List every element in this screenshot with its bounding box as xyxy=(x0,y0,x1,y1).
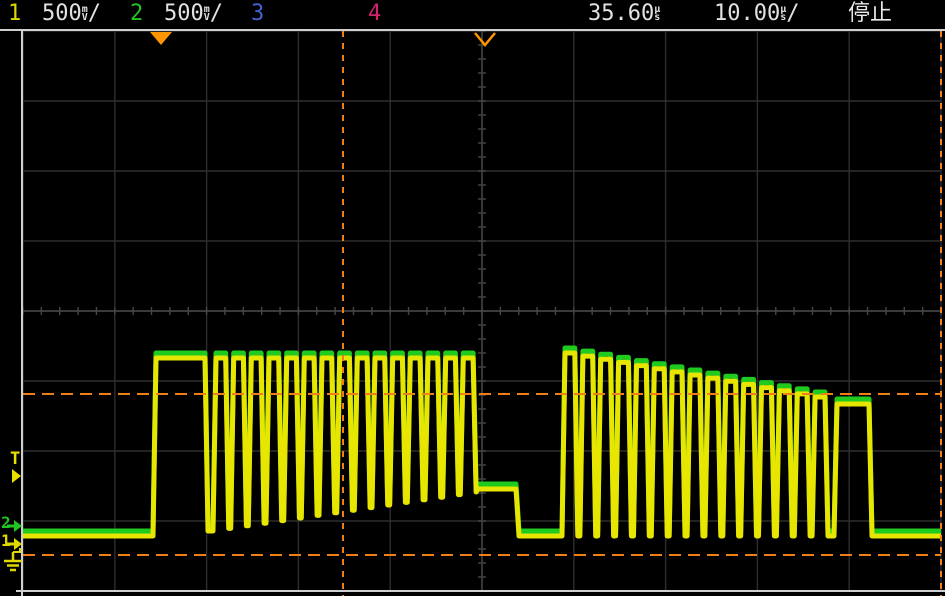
channel2-position-label: 2 xyxy=(1,513,11,532)
trigger-event-marker-icon xyxy=(150,32,172,45)
trigger-level-arrow-icon xyxy=(12,469,21,483)
trigger-time-marker-icon xyxy=(475,33,495,45)
trigger-level-label: T xyxy=(10,449,20,469)
scope-display xyxy=(0,0,945,596)
display-frame xyxy=(0,30,945,596)
ground-symbol-icon xyxy=(4,548,22,570)
channel1-position-label: 1 xyxy=(1,531,11,550)
graticule xyxy=(23,31,941,591)
